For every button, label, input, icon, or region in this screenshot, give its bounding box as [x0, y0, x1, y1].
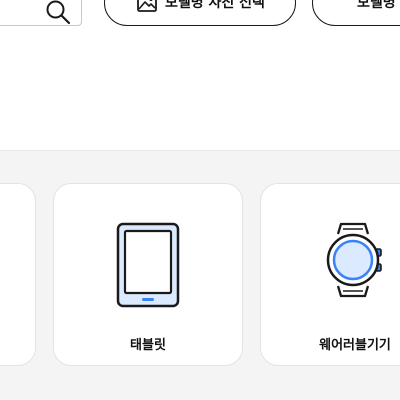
search-icon[interactable] [45, 0, 71, 25]
category-card-wearable[interactable]: 웨어러블기기 [260, 183, 400, 366]
photo-search-label: 모델명 사진 선택 [165, 0, 265, 11]
page: 모델명 사진 선택 모델명 태블릿 웨어러블기기 [0, 0, 400, 400]
category-card-previous[interactable] [0, 183, 36, 366]
model-name-button-label: 모델명 [357, 0, 396, 11]
category-label-wearable: 웨어러블기기 [319, 338, 391, 353]
model-name-button[interactable]: 모델명 [312, 0, 400, 26]
smartwatch-icon [326, 222, 382, 298]
tablet-icon [116, 222, 180, 308]
search-input[interactable] [0, 0, 82, 26]
photo-search-button[interactable]: 모델명 사진 선택 [104, 0, 296, 26]
image-icon [137, 0, 157, 12]
category-card-tablet[interactable]: 태블릿 [53, 183, 243, 366]
category-label-tablet: 태블릿 [130, 338, 166, 353]
category-strip: 태블릿 웨어러블기기 [0, 150, 400, 400]
